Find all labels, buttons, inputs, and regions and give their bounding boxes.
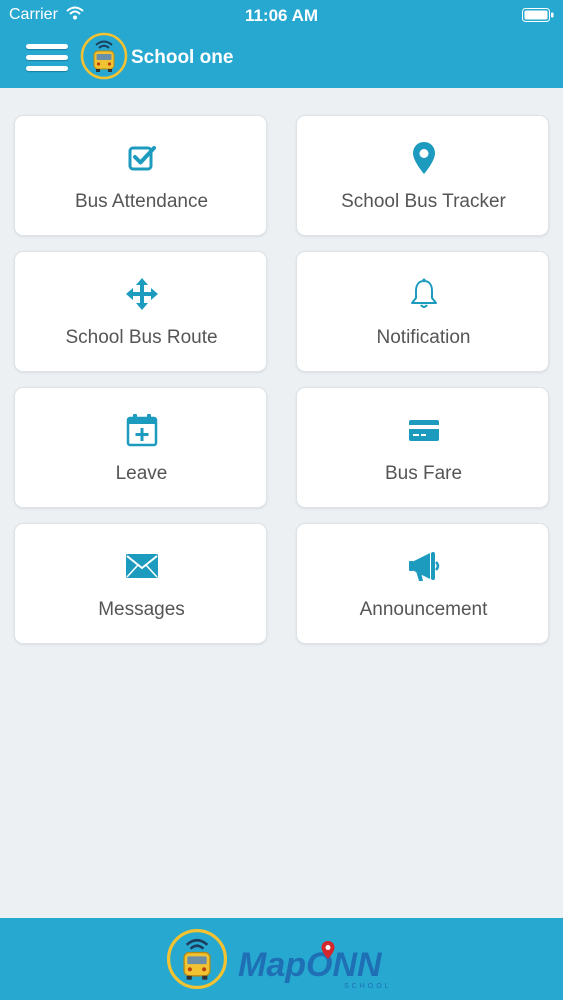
credit-card-icon bbox=[408, 420, 439, 441]
hamburger-line-icon bbox=[26, 66, 68, 71]
hamburger-line-icon bbox=[26, 44, 68, 49]
battery-icon bbox=[522, 8, 554, 22]
calendar-plus-icon bbox=[126, 414, 157, 447]
notification-button[interactable]: Notification bbox=[296, 251, 549, 372]
school-bus-tracker-button[interactable]: School Bus Tracker bbox=[296, 115, 549, 236]
nav-bar: School one bbox=[0, 30, 563, 88]
card-label: Bus Fare bbox=[384, 463, 463, 484]
maponn-brand-logo: MapONN SCHOOL bbox=[238, 941, 392, 990]
card-label: Bus Attendance bbox=[74, 191, 209, 212]
status-bar: Carrier 11:06 AM bbox=[0, 0, 563, 30]
footer-bar: MapONN SCHOOL bbox=[0, 918, 563, 1000]
check-square-icon bbox=[128, 146, 156, 171]
card-label: Leave bbox=[115, 463, 168, 484]
hamburger-line-icon bbox=[26, 55, 68, 60]
envelope-icon bbox=[125, 554, 158, 578]
app-header: Carrier 11:06 AM School one bbox=[0, 0, 563, 88]
school-bus-logo-icon bbox=[80, 32, 128, 80]
announcement-button[interactable]: Announcement bbox=[296, 523, 549, 644]
card-label: School Bus Route bbox=[65, 327, 218, 348]
leave-button[interactable]: Leave bbox=[14, 387, 267, 508]
bus-attendance-button[interactable]: Bus Attendance bbox=[14, 115, 267, 236]
arrows-move-icon bbox=[125, 278, 158, 310]
school-bus-route-button[interactable]: School Bus Route bbox=[14, 251, 267, 372]
messages-button[interactable]: Messages bbox=[14, 523, 267, 644]
card-label: Notification bbox=[376, 327, 471, 348]
bus-fare-button[interactable]: Bus Fare bbox=[296, 387, 549, 508]
hamburger-menu-button[interactable] bbox=[26, 42, 68, 74]
map-pin-icon bbox=[412, 142, 435, 174]
card-label: School Bus Tracker bbox=[341, 191, 506, 212]
school-bus-logo-icon bbox=[166, 928, 228, 990]
card-label: Messages bbox=[98, 599, 185, 620]
page-title: School one bbox=[131, 47, 234, 68]
brand-sub-text: SCHOOL bbox=[344, 983, 392, 990]
bell-icon bbox=[410, 278, 437, 308]
brand-main-text: MapONN bbox=[238, 946, 383, 984]
megaphone-icon bbox=[408, 552, 439, 581]
card-label: Announcement bbox=[359, 599, 488, 620]
status-time: 11:06 AM bbox=[244, 6, 319, 25]
